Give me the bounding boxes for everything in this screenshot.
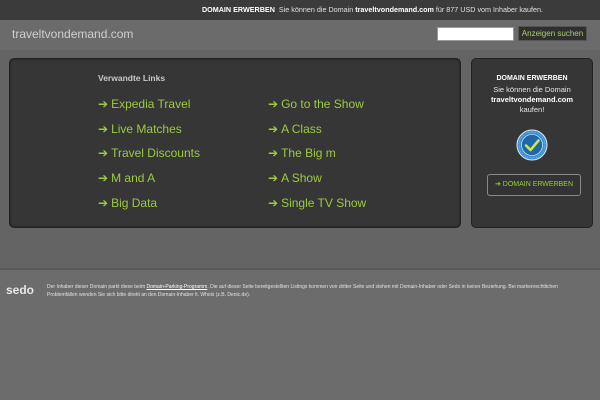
arrow-right-icon: ➔	[268, 146, 279, 161]
buy-domain-text-2: kaufen!	[519, 105, 545, 114]
banner-text-before: Sie können die Domain	[278, 5, 354, 14]
top-banner: DOMAIN ERWERBEN Sie können die Domain tr…	[0, 0, 600, 20]
buy-domain-button[interactable]: ➔ DOMAIN ERWERBEN	[487, 174, 581, 196]
arrow-right-icon: ➔	[268, 195, 279, 210]
arrow-right-icon: ➔	[98, 121, 109, 136]
banner-prefix: DOMAIN ERWERBEN	[201, 5, 275, 14]
parking-program-link[interactable]: Domain-Parking-Programm	[147, 284, 208, 290]
buy-domain-panel: DOMAIN ERWERBEN Sie können die Domain tr…	[471, 58, 593, 228]
related-link-label: Live Matches	[111, 121, 182, 136]
related-link[interactable]: ➔ Expedia Travel	[98, 97, 200, 122]
related-link[interactable]: ➔ Live Matches	[98, 122, 200, 147]
related-link-label: Expedia Travel	[111, 97, 191, 111]
links-heading: Verwandte Links	[98, 73, 166, 83]
banner-text-after: für 877 USD vom Inhaber kaufen.	[435, 5, 543, 14]
related-link-label: Go to the Show	[281, 97, 364, 111]
related-links-panel: Verwandte Links ➔ Expedia Travel ➔ Live Ma…	[9, 58, 461, 228]
banner-domain: traveltvondemand.com	[355, 5, 434, 14]
related-link-label: Big Data	[111, 195, 158, 210]
search-input[interactable]	[437, 27, 514, 41]
buy-domain-button-label: DOMAIN ERWERBEN	[502, 181, 574, 188]
arrow-right-icon: ➔	[98, 97, 109, 111]
footer-text-1: Der Inhaber dieser Domain parkt diese be…	[47, 284, 146, 290]
links-column-right: ➔ Go to the Show ➔ A Class ➔ The Big m ➔ A S…	[268, 97, 366, 220]
related-link-label: The Big m	[281, 146, 336, 161]
related-link-label: A Class	[281, 121, 322, 136]
footer-disclaimer: Der Inhaber dieser Domain parkt diese be…	[47, 284, 587, 299]
related-link[interactable]: ➔ Big Data	[98, 196, 200, 221]
related-link[interactable]: ➔ Single TV Show	[268, 196, 366, 221]
search-button[interactable]: Anzeigen suchen	[518, 26, 587, 41]
buy-domain-name: traveltvondemand.com	[490, 95, 574, 104]
related-link[interactable]: ➔ Go to the Show	[268, 97, 366, 122]
related-link-label: M and A	[111, 171, 156, 186]
arrow-right-icon: ➔	[268, 121, 279, 136]
related-link[interactable]: ➔ Travel Discounts	[98, 146, 200, 171]
related-link[interactable]: ➔ A Show	[268, 171, 366, 196]
arrow-right-icon: ➔	[494, 181, 501, 188]
arrow-right-icon: ➔	[98, 171, 109, 186]
arrow-right-icon: ➔	[98, 146, 109, 161]
related-link[interactable]: ➔ The Big m	[268, 146, 366, 171]
arrow-right-icon: ➔	[98, 195, 109, 210]
buy-domain-text: Sie können die Domain	[493, 85, 571, 94]
related-link[interactable]: ➔ M and A	[98, 171, 200, 196]
related-link-label: A Show	[281, 171, 322, 186]
header-bar: traveltvondemand.com Anzeigen suchen	[0, 20, 600, 50]
arrow-right-icon: ➔	[268, 97, 279, 111]
related-link[interactable]: ➔ A Class	[268, 122, 366, 147]
seal-badge-icon	[516, 129, 548, 161]
related-link-label: Single TV Show	[281, 195, 367, 210]
links-column-left: ➔ Expedia Travel ➔ Live Matches ➔ Travel Di…	[98, 97, 200, 220]
buy-domain-title: DOMAIN ERWERBEN	[496, 75, 568, 82]
related-link-label: Travel Discounts	[111, 146, 200, 161]
sedo-logo: sedo	[6, 283, 35, 297]
site-name: traveltvondemand.com	[12, 27, 134, 41]
arrow-right-icon: ➔	[268, 171, 279, 186]
